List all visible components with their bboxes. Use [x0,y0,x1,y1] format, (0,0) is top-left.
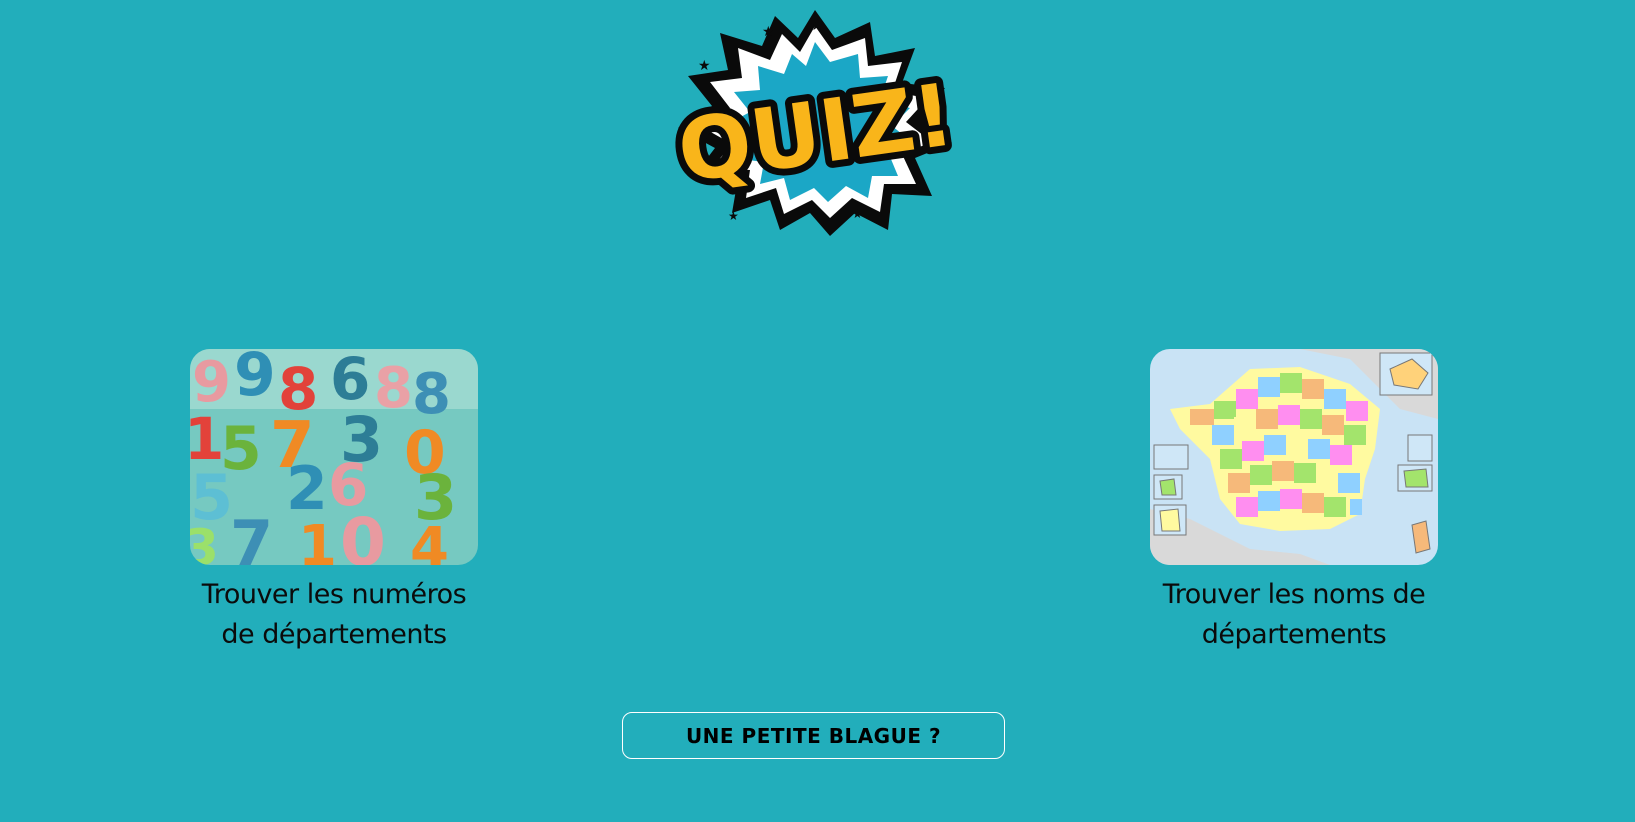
quiz-home-page: ★ ★ ★ ★ ★ QUIZ! QUIZ! 9 9 8 6 8 8 1 5 7 [0,0,1635,822]
digit-shape: 9 [234,349,276,410]
quiz-card-names[interactable]: Trouver les noms de départements [1150,349,1438,655]
quiz-card-numbers[interactable]: 9 9 8 6 8 8 1 5 7 3 0 5 2 6 3 7 1 0 4 3 [190,349,478,655]
logo-star: ★ [728,209,739,223]
quiz-logo: ★ ★ ★ ★ ★ QUIZ! QUIZ! [670,10,960,236]
numbers-image[interactable]: 9 9 8 6 8 8 1 5 7 3 0 5 2 6 3 7 1 0 4 3 [190,349,478,565]
quiz-card-label[interactable]: Trouver les numéros de départements [190,575,478,655]
logo-star: ★ [698,58,711,74]
digit-shape: 3 [190,519,219,565]
logo-star: ★ [810,15,824,34]
digit-shape: 0 [340,504,386,565]
logo-star: ★ [852,207,863,221]
joke-button[interactable]: UNE PETITE BLAGUE ? [622,712,1005,759]
digit-shape: 7 [230,507,273,565]
digit-shape: 4 [410,516,449,565]
digit-shape: 1 [298,514,337,565]
logo-star: ★ [762,24,775,40]
france-map-image[interactable] [1150,349,1438,565]
quiz-card-label[interactable]: Trouver les noms de départements [1150,575,1438,655]
